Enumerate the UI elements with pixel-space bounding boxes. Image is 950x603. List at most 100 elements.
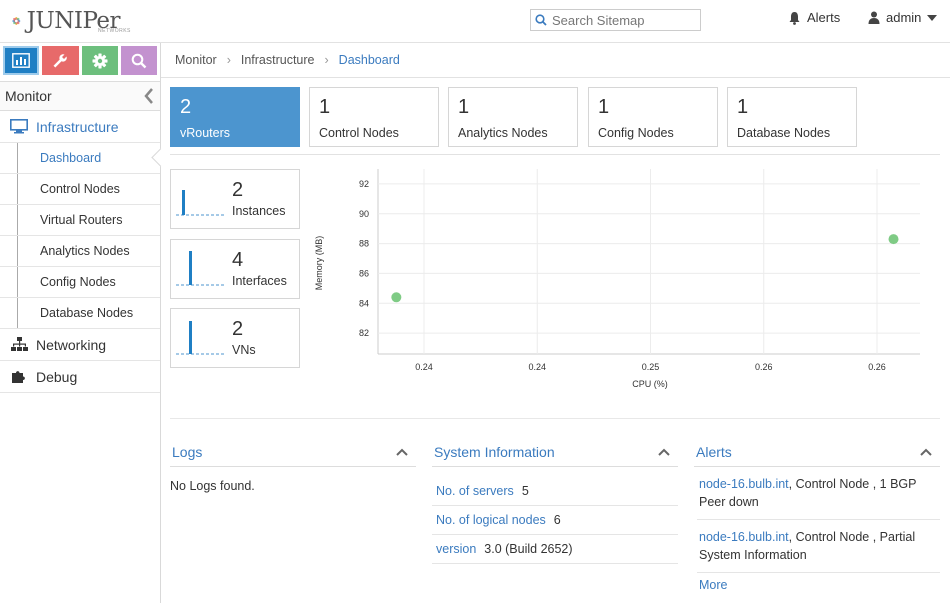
system-panel-title: System Information [434, 444, 555, 460]
system-info-key[interactable]: No. of servers [436, 484, 514, 498]
alerts-menu[interactable]: Alerts [788, 10, 840, 25]
sidebar-subitem-label: Config Nodes [40, 275, 116, 289]
logs-empty-message: No Logs found. [170, 479, 255, 493]
stat-value: 1 [319, 96, 331, 118]
section-divider [170, 418, 940, 419]
juniper-logo[interactable]: JUNIPer NETWORKS [10, 4, 130, 38]
user-icon [868, 11, 880, 24]
system-info-key[interactable]: version [436, 542, 476, 556]
sparkline-icon [176, 321, 224, 355]
search-icon [131, 53, 147, 68]
sidebar-section-title: Monitor [5, 88, 52, 104]
settings-tab-button[interactable] [81, 46, 118, 75]
stat-label: Database Nodes [737, 126, 831, 140]
system-info-row: No. of servers 5 [432, 477, 678, 506]
alerts-panel: Alerts node-16.bulb.int, Control Node , … [694, 438, 940, 597]
stat-tile-database-nodes[interactable]: 1 Database Nodes [727, 87, 857, 147]
system-panel-header[interactable]: System Information [432, 438, 678, 467]
chevron-up-icon[interactable] [658, 448, 670, 456]
chevron-up-icon[interactable] [920, 448, 932, 456]
alerts-label: Alerts [807, 10, 841, 25]
y-tick-label: 84 [359, 298, 369, 308]
sidebar-item-networking[interactable]: Networking [0, 329, 160, 361]
system-info-row: No. of logical nodes 6 [432, 506, 678, 535]
y-tick-label: 92 [359, 179, 369, 189]
stat-tile-analytics-nodes[interactable]: 1 Analytics Nodes [448, 87, 578, 147]
mini-stat-label: Interfaces [232, 274, 287, 288]
breadcrumb-separator-icon: › [226, 53, 231, 67]
sidebar-subitem-label: Dashboard [40, 151, 102, 165]
y-tick-label: 86 [359, 268, 369, 278]
stat-value: 1 [458, 96, 470, 118]
wrench-icon [53, 53, 68, 67]
sidebar-subitem-control-nodes[interactable]: Control Nodes [0, 174, 160, 205]
chevron-left-icon[interactable] [144, 88, 154, 104]
stat-tile-vrouters[interactable]: 2 vRouters [170, 87, 300, 147]
sidebar-subitem-analytics-nodes[interactable]: Analytics Nodes [0, 236, 160, 267]
stat-tile-config-nodes[interactable]: 1 Config Nodes [588, 87, 718, 147]
breadcrumb-item[interactable]: Infrastructure [241, 53, 315, 67]
monitor-tab-button[interactable] [3, 46, 40, 75]
more-alerts-link[interactable]: More [697, 573, 940, 597]
system-info-value: 6 [553, 513, 561, 527]
y-axis-label: Memory (MB) [314, 236, 324, 291]
sidebar-subitem-config-nodes[interactable]: Config Nodes [0, 267, 160, 298]
query-tab-button[interactable] [120, 46, 158, 75]
user-label: admin [886, 10, 922, 25]
alerts-panel-header[interactable]: Alerts [694, 438, 940, 467]
x-tick-label: 0.24 [528, 362, 546, 372]
logs-panel-header[interactable]: Logs [170, 438, 416, 467]
juniper-flower-icon [12, 16, 21, 26]
sidebar-subitem-virtual-routers[interactable]: Virtual Routers [0, 205, 160, 236]
scatter-point[interactable] [391, 292, 402, 303]
sidebar-subitem-database-nodes[interactable]: Database Nodes [0, 298, 160, 329]
alert-node-link[interactable]: node-16.bulb.int [699, 477, 789, 491]
sidebar-subitem-dashboard[interactable]: Dashboard [0, 143, 160, 174]
bell-icon [789, 11, 800, 25]
alerts-panel-title: Alerts [696, 444, 732, 460]
sidebar-subitem-label: Database Nodes [40, 306, 134, 320]
sidebar-item-infrastructure[interactable]: Infrastructure [0, 111, 160, 143]
sparkline-icon [176, 190, 224, 216]
mini-stat-instances[interactable]: 2 Instances [170, 169, 300, 229]
configure-tab-button[interactable] [42, 46, 79, 75]
sidebar-item-label: Networking [36, 336, 107, 353]
monitor-icon [9, 119, 29, 134]
breadcrumb-separator-icon: › [324, 53, 329, 67]
sidebar-item-debug[interactable]: Debug [0, 361, 160, 393]
mini-stat-vns[interactable]: 2 VNs [170, 308, 300, 368]
mini-stat-value: 2 [232, 318, 244, 340]
x-axis-ticks: 0.24 0.24 0.25 0.26 0.26 [415, 362, 886, 372]
mini-stat-interfaces[interactable]: 4 Interfaces [170, 239, 300, 299]
breadcrumb-item[interactable]: Monitor [175, 53, 217, 67]
puzzle-icon [9, 369, 29, 384]
sparkline-icon [176, 251, 224, 286]
mini-stat-label: VNs [232, 343, 256, 357]
x-tick-label: 0.26 [755, 362, 773, 372]
system-information-panel: System Information No. of servers 5 No. … [432, 438, 678, 564]
section-divider [170, 154, 940, 155]
cpu-memory-scatter-chart: 92 90 88 86 84 82 0.24 0.24 0.25 0.26 0.26 CPU (%… [314, 169, 920, 389]
chart-grid [377, 169, 920, 355]
breadcrumb-current[interactable]: Dashboard [339, 53, 400, 67]
x-tick-label: 0.25 [642, 362, 660, 372]
search-box[interactable] [530, 9, 701, 31]
search-input[interactable] [552, 12, 692, 28]
stat-tile-control-nodes[interactable]: 1 Control Nodes [309, 87, 439, 147]
scatter-point[interactable] [888, 234, 899, 245]
stat-label: Analytics Nodes [458, 126, 548, 140]
tool-row [0, 43, 160, 75]
x-tick-label: 0.24 [415, 362, 433, 372]
stat-label: Control Nodes [319, 126, 399, 140]
alert-node-link[interactable]: node-16.bulb.int [699, 530, 789, 544]
brand-subtitle: NETWORKS [98, 28, 131, 34]
user-menu[interactable]: admin [868, 10, 938, 25]
system-info-key[interactable]: No. of logical nodes [436, 513, 546, 527]
chevron-up-icon[interactable] [396, 448, 408, 456]
x-tick-label: 0.26 [868, 362, 886, 372]
stat-value: 1 [598, 96, 610, 118]
stat-value: 1 [737, 96, 749, 118]
bar-chart-icon [12, 53, 31, 68]
system-info-row: version 3.0 (Build 2652) [432, 535, 678, 564]
alert-item: node-16.bulb.int, Control Node , 1 BGP P… [697, 467, 940, 520]
